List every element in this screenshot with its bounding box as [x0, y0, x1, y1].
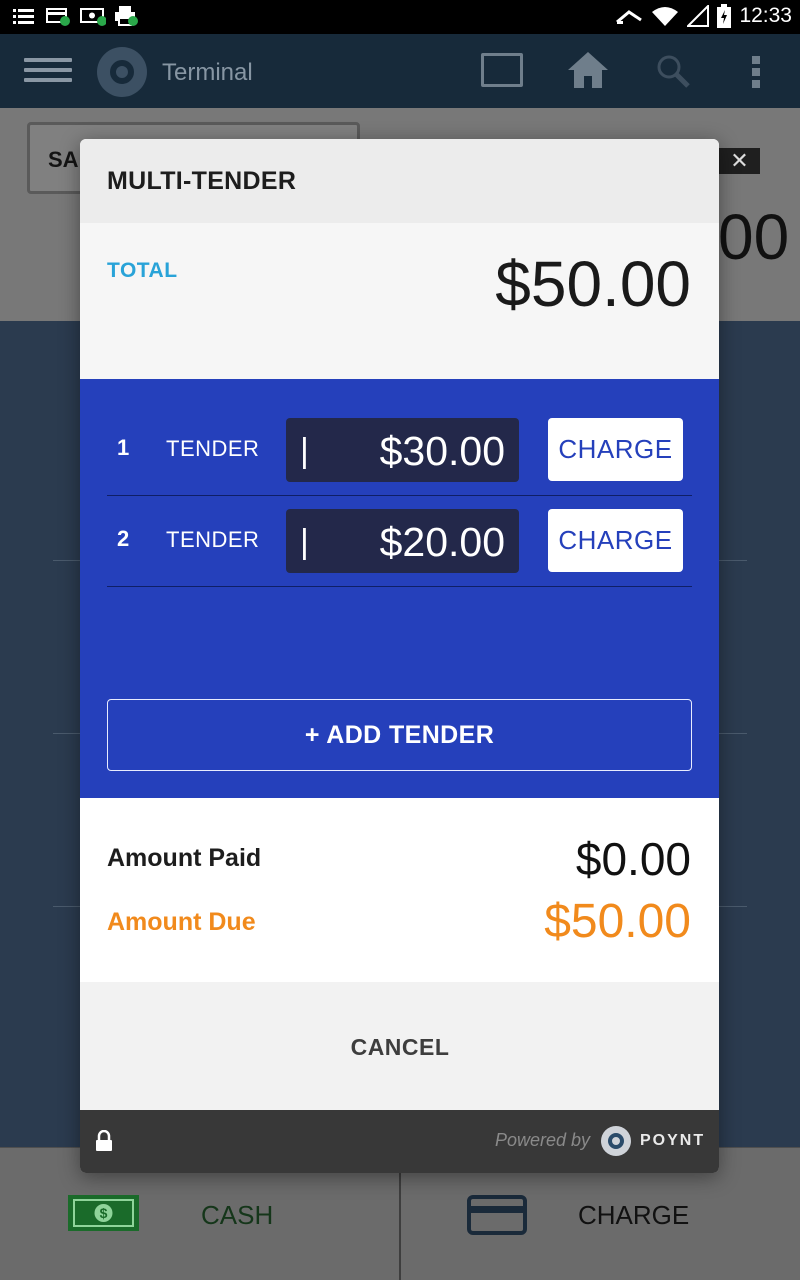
payment-summary: Amount Paid $0.00 Amount Due $50.00: [80, 798, 719, 982]
cash-button-label[interactable]: CASH: [201, 1200, 273, 1231]
charge-tender-button[interactable]: CHARGE: [548, 509, 683, 572]
background-amount: 00: [718, 201, 790, 273]
cancel-section: CANCEL: [80, 982, 719, 1110]
total-label: TOTAL: [107, 259, 178, 282]
divider: [719, 733, 747, 734]
divider: [719, 906, 747, 907]
card-icon[interactable]: [467, 1195, 527, 1235]
list-icon: [12, 5, 36, 27]
tender-row: 2 TENDER | $20.00 CHARGE: [107, 496, 692, 587]
cast-icon: [616, 10, 643, 24]
printer-check-icon: [114, 5, 138, 27]
home-icon[interactable]: [566, 50, 610, 90]
text-cursor: |: [300, 432, 309, 470]
add-tender-button[interactable]: + ADD TENDER: [107, 699, 692, 771]
svg-text:$: $: [100, 1205, 108, 1221]
poynt-brand: POYNT: [640, 1132, 706, 1149]
tender-label: TENDER: [166, 436, 260, 461]
amount-due-value: $50.00: [544, 895, 691, 948]
card-check-icon: [46, 5, 70, 27]
powered-by-text: Powered by: [495, 1130, 591, 1150]
tender-list: 1 TENDER | $30.00 CHARGE 2 TENDER | $20.…: [80, 379, 719, 798]
app-title: Terminal: [162, 59, 253, 86]
divider: [719, 560, 747, 561]
tender-amount-value: $30.00: [379, 428, 505, 474]
lock-icon: [95, 1129, 113, 1152]
tender-label: TENDER: [166, 527, 260, 552]
tender-number: 2: [117, 526, 130, 551]
tender-amount-input[interactable]: | $20.00: [286, 509, 519, 573]
menu-icon[interactable]: [24, 58, 72, 84]
status-bar: 12:33: [0, 0, 800, 34]
tender-number: 1: [117, 435, 130, 460]
divider: [53, 733, 80, 734]
app-bar: Terminal: [0, 34, 800, 108]
multi-tender-dialog: MULTI-TENDER TOTAL $50.00 1 TENDER | $30…: [80, 139, 719, 1173]
amount-paid-value: $0.00: [575, 833, 691, 885]
wifi-icon: [652, 7, 679, 26]
dialog-footer: Powered by POYNT: [80, 1110, 719, 1173]
divider: [53, 906, 80, 907]
window-icon[interactable]: [481, 53, 523, 87]
cancel-button[interactable]: CANCEL: [310, 1022, 490, 1072]
tender-amount-value: $20.00: [379, 519, 505, 565]
cash-icon[interactable]: $: [67, 1194, 140, 1232]
search-icon[interactable]: [656, 54, 690, 88]
charge-tender-button[interactable]: CHARGE: [548, 418, 683, 481]
tender-row: 1 TENDER | $30.00 CHARGE: [107, 405, 692, 496]
total-amount: $50.00: [495, 248, 691, 320]
more-icon[interactable]: [752, 56, 762, 88]
signal-icon: [687, 5, 710, 27]
total-section: TOTAL $50.00: [80, 223, 719, 379]
logo-icon: [97, 47, 147, 97]
tender-amount-input[interactable]: | $30.00: [286, 418, 519, 482]
dialog-header: MULTI-TENDER: [80, 139, 719, 223]
amount-paid-label: Amount Paid: [107, 844, 262, 872]
text-cursor: |: [300, 523, 309, 561]
battery-icon: [717, 4, 732, 28]
status-time: 12:33: [739, 4, 792, 27]
charge-button-label[interactable]: CHARGE: [578, 1200, 689, 1231]
close-icon[interactable]: ✕: [719, 148, 760, 174]
cash-check-icon: [80, 5, 107, 27]
divider: [53, 560, 80, 561]
poynt-logo-icon: [601, 1126, 631, 1156]
dialog-title: MULTI-TENDER: [107, 167, 297, 195]
amount-due-label: Amount Due: [107, 908, 256, 936]
